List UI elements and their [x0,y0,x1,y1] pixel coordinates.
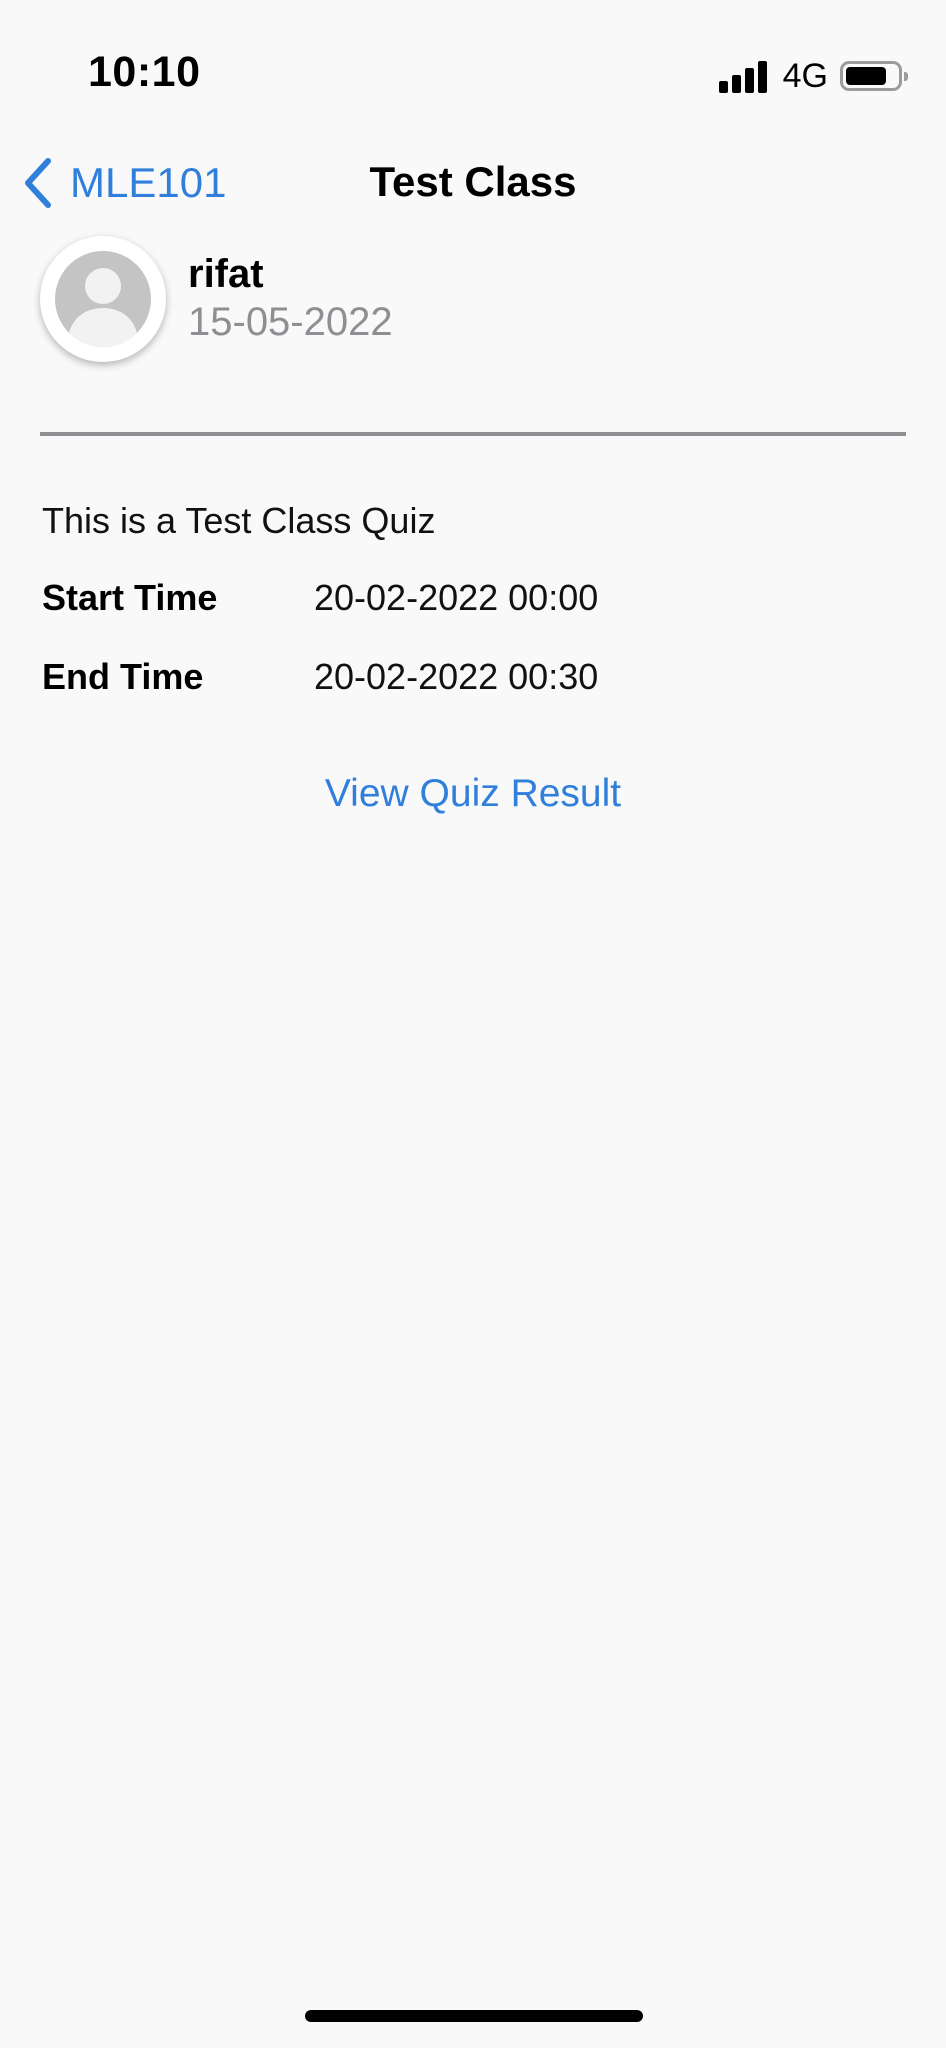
home-indicator[interactable] [305,2010,643,2022]
signal-icon [718,59,771,93]
end-time-label: End Time [42,656,204,697]
person-placeholder-icon [55,251,151,347]
status-bar: 10:10 4G [0,0,946,120]
end-time-row: End Time 20-02-2022 00:30 [42,656,902,700]
avatar [40,236,166,362]
back-button-label: MLE101 [70,159,227,206]
back-button[interactable]: MLE101 [20,156,226,210]
navigation-bar: Test Class MLE101 [0,140,946,226]
user-name: rifat [188,252,264,296]
status-indicators: 4G [718,54,908,98]
post-author-header: rifat 15-05-2022 [40,236,900,366]
chevron-left-icon [25,158,51,208]
start-time-label: Start Time [42,577,218,618]
network-label: 4G [782,56,828,95]
battery-icon [840,61,908,91]
end-time-value: 20-02-2022 00:30 [314,656,599,697]
quiz-description: This is a Test Class Quiz [42,500,436,541]
divider [40,432,906,436]
start-time-value: 20-02-2022 00:00 [314,577,599,618]
status-time: 10:10 [88,48,201,96]
post-date: 15-05-2022 [188,300,393,344]
view-quiz-result-link[interactable]: View Quiz Result [0,772,946,816]
start-time-row: Start Time 20-02-2022 00:00 [42,577,902,621]
